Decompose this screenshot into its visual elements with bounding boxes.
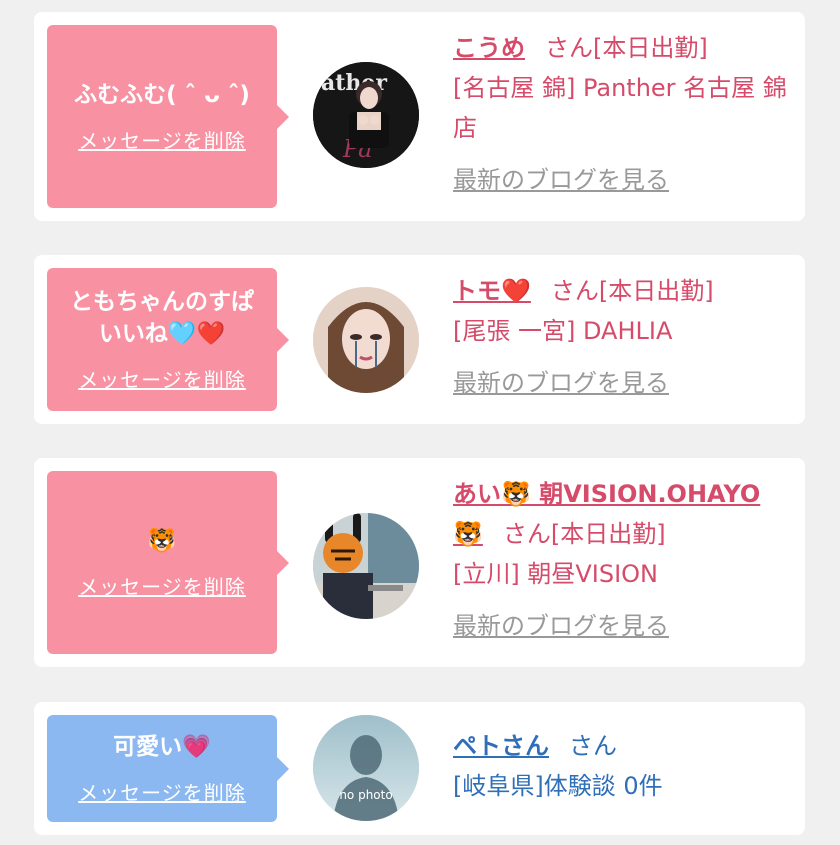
avatar[interactable] bbox=[313, 513, 419, 619]
latest-blog-link[interactable]: 最新のブログを見る bbox=[453, 606, 791, 646]
avatar[interactable] bbox=[313, 287, 419, 393]
attendance-status: [本日出勤] bbox=[598, 277, 714, 305]
avatar[interactable]: ather Pa bbox=[313, 62, 419, 168]
message-text: 可愛い💗 bbox=[113, 734, 211, 760]
latest-blog-link[interactable]: 最新のブログを見る bbox=[453, 363, 791, 403]
honorific: さん bbox=[545, 34, 593, 62]
shop-name: [名古屋 錦] Panther 名古屋 錦店 bbox=[453, 74, 787, 142]
message-text: 🐯 bbox=[147, 528, 177, 554]
delete-message-link[interactable]: メッセージを削除 bbox=[78, 125, 246, 154]
message-card: 🐯 メッセージを削除 あい🐯 朝VISION.OHAYO 🐯 さん[本日出勤] [… bbox=[34, 458, 805, 667]
message-bubble: 可愛い💗 メッセージを削除 bbox=[47, 715, 289, 822]
girl-info: トモ❤️ さん[本日出勤] [尾張 一宮] DAHLIA 最新のブログを見る bbox=[453, 271, 791, 403]
user-info: ペトさん さん [岐阜県]体験談 0件 bbox=[453, 726, 791, 806]
avatar-photo bbox=[313, 513, 419, 619]
avatar-photo: ather Pa bbox=[313, 62, 419, 168]
avatar-photo bbox=[313, 287, 419, 393]
attendance-status: [本日出勤] bbox=[593, 34, 708, 62]
review-count[interactable]: [岐阜県]体験談 0件 bbox=[453, 766, 791, 806]
girl-name-link[interactable]: トモ❤️ bbox=[453, 277, 531, 305]
message-card: ともちゃんのすぱいいね🩵❤️ メッセージを削除 トモ❤️ さん[本日出勤] [尾張… bbox=[34, 255, 805, 424]
honorific: さん bbox=[569, 732, 617, 760]
message-bubble: 🐯 メッセージを削除 bbox=[47, 471, 289, 654]
girl-name-link[interactable]: こうめ bbox=[453, 34, 525, 62]
attendance-status: [本日出勤] bbox=[550, 520, 666, 548]
avatar-label: no photo bbox=[339, 788, 392, 802]
honorific: さん bbox=[502, 520, 551, 548]
girl-info: あい🐯 朝VISION.OHAYO 🐯 さん[本日出勤] [立川] 朝昼VISIO… bbox=[453, 474, 791, 646]
message-card: 可愛い💗 メッセージを削除 no photo ペトさん さん [岐阜県]体験談 0… bbox=[34, 702, 805, 835]
message-text: ふむふむ( ˆ ᴗ ˆ) bbox=[74, 82, 250, 108]
delete-message-link[interactable]: メッセージを削除 bbox=[78, 571, 246, 600]
shop-name: [尾張 一宮] DAHLIA bbox=[453, 317, 673, 345]
user-name-link[interactable]: ペトさん bbox=[453, 732, 549, 760]
message-bubble: ともちゃんのすぱいいね🩵❤️ メッセージを削除 bbox=[47, 268, 289, 411]
no-photo-avatar-icon: no photo bbox=[313, 715, 419, 821]
girl-info: こうめ さん[本日出勤] [名古屋 錦] Panther 名古屋 錦店 最新のブロ… bbox=[453, 28, 791, 200]
delete-message-link[interactable]: メッセージを削除 bbox=[78, 364, 246, 393]
shop-name: [立川] 朝昼VISION bbox=[453, 560, 659, 588]
avatar[interactable]: no photo bbox=[313, 715, 419, 821]
message-card: ふむふむ( ˆ ᴗ ˆ) メッセージを削除 ather Pa こうめ さん[本日出… bbox=[34, 12, 805, 221]
delete-message-link[interactable]: メッセージを削除 bbox=[78, 777, 246, 806]
honorific: さん bbox=[550, 277, 599, 305]
message-bubble: ふむふむ( ˆ ᴗ ˆ) メッセージを削除 bbox=[47, 25, 289, 208]
latest-blog-link[interactable]: 最新のブログを見る bbox=[453, 160, 791, 200]
message-text: ともちゃんのすぱいいね🩵❤️ bbox=[70, 289, 254, 347]
